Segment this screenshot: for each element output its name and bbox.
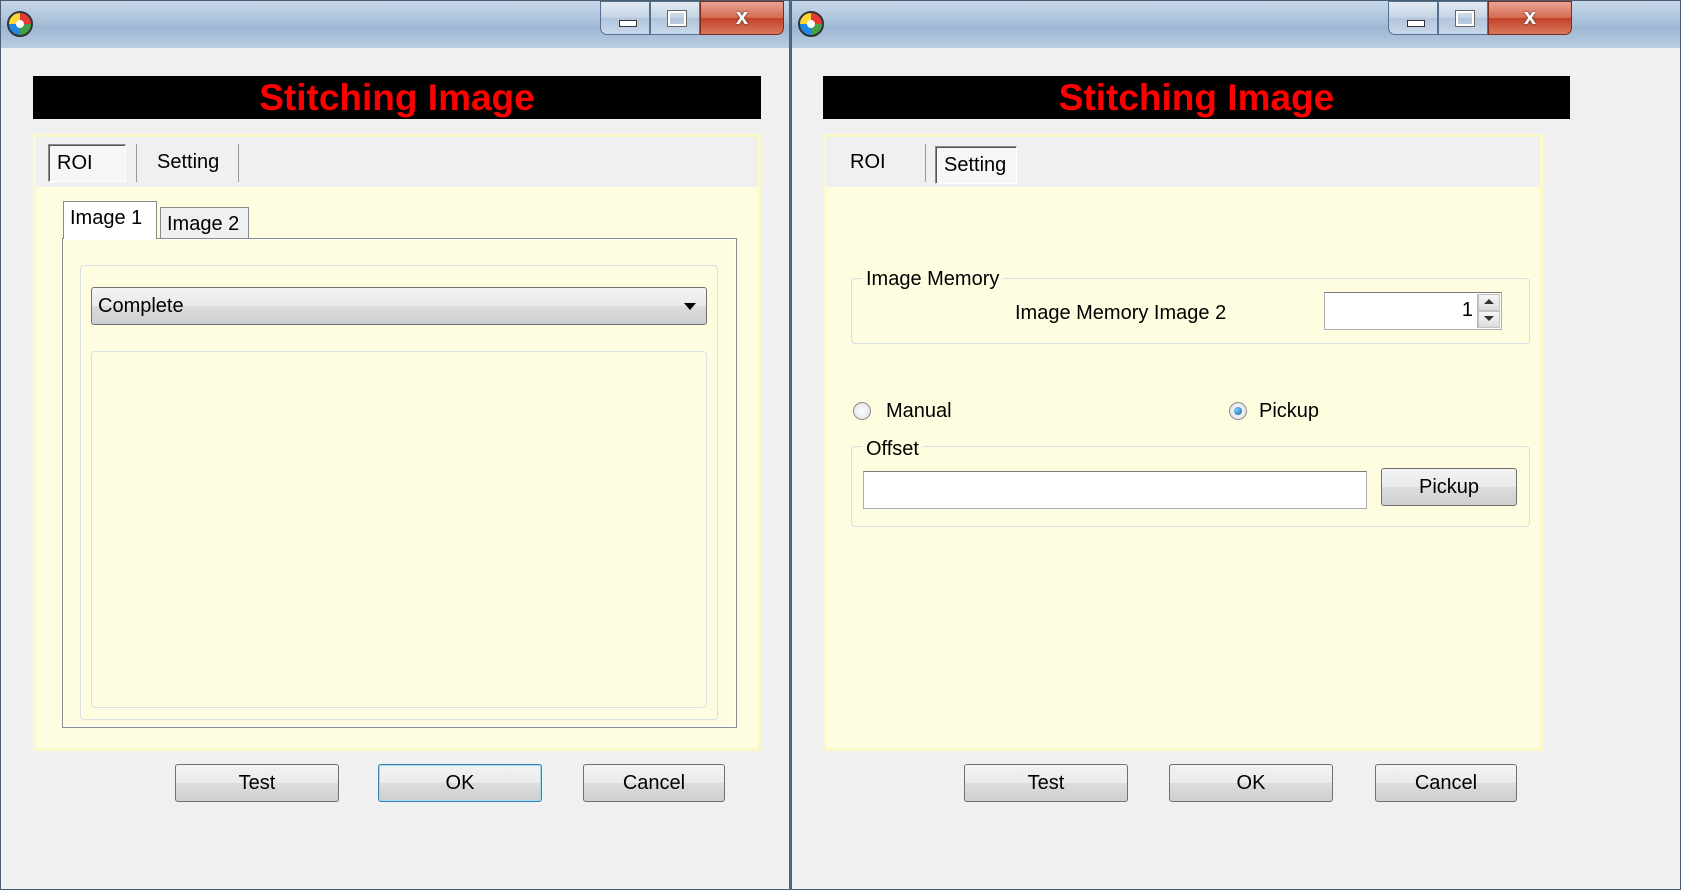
main-panel: ROI Setting Image Memory Image Memory Im… bbox=[823, 134, 1543, 751]
subtab-image-1[interactable]: Image 1 bbox=[63, 201, 157, 239]
ok-button[interactable]: OK bbox=[1169, 764, 1333, 802]
stitching-window-roi: x Stitching Image ROI Setting Image 1 Im… bbox=[0, 0, 790, 890]
tab-strip: ROI Setting bbox=[826, 137, 1540, 187]
stepper-up-icon[interactable] bbox=[1478, 294, 1500, 311]
roi-mode-value: Complete bbox=[98, 295, 184, 317]
maximize-button[interactable] bbox=[650, 1, 700, 35]
image-memory-stepper[interactable]: 1 bbox=[1324, 292, 1502, 330]
title-bar[interactable]: x bbox=[1, 1, 789, 48]
banner-title: Stitching Image bbox=[823, 76, 1570, 119]
minimize-button[interactable] bbox=[600, 1, 650, 35]
manual-label[interactable]: Manual bbox=[886, 399, 952, 423]
minimize-button[interactable] bbox=[1388, 1, 1438, 35]
tab-strip: ROI Setting bbox=[36, 137, 758, 187]
image-memory-label: Image Memory Image 2 bbox=[1015, 302, 1227, 324]
image-memory-value: 1 bbox=[1461, 299, 1473, 321]
cancel-button[interactable]: Cancel bbox=[583, 764, 725, 802]
close-button[interactable]: x bbox=[1488, 1, 1572, 35]
close-button[interactable]: x bbox=[700, 1, 784, 35]
pickup-radio-label[interactable]: Pickup bbox=[1259, 399, 1319, 423]
tab-setting[interactable]: Setting bbox=[136, 144, 239, 182]
test-button[interactable]: Test bbox=[175, 764, 339, 802]
stitching-window-setting: x Stitching Image ROI Setting Image Memo… bbox=[791, 0, 1681, 890]
image-memory-group: Image Memory Image Memory Image 2 1 bbox=[851, 267, 1530, 344]
offset-legend: Offset bbox=[862, 437, 923, 461]
title-bar[interactable]: x bbox=[792, 1, 1680, 48]
cancel-button[interactable]: Cancel bbox=[1375, 764, 1517, 802]
image-memory-legend: Image Memory bbox=[862, 267, 1004, 291]
main-panel: ROI Setting Image 1 Image 2 Complete bbox=[33, 134, 761, 751]
roi-mode-dropdown[interactable]: Complete bbox=[91, 287, 707, 325]
manual-radio[interactable] bbox=[853, 402, 871, 420]
app-icon[interactable] bbox=[798, 11, 824, 37]
tab-setting[interactable]: Setting bbox=[935, 146, 1017, 184]
roi-group: Complete bbox=[80, 265, 718, 720]
chevron-down-icon bbox=[684, 303, 696, 310]
tab-roi[interactable]: ROI bbox=[838, 144, 926, 182]
stepper-down-icon[interactable] bbox=[1478, 311, 1500, 328]
close-icon: x bbox=[735, 4, 749, 29]
pickup-radio[interactable] bbox=[1229, 402, 1247, 420]
roi-preview-area bbox=[91, 351, 707, 708]
offset-input[interactable] bbox=[863, 471, 1367, 509]
maximize-button[interactable] bbox=[1438, 1, 1488, 35]
ok-button[interactable]: OK bbox=[378, 764, 542, 802]
banner-title: Stitching Image bbox=[33, 76, 761, 119]
stepper-buttons bbox=[1477, 294, 1500, 328]
tab-page-image-1: Complete bbox=[62, 238, 737, 728]
tab-roi[interactable]: ROI bbox=[48, 144, 126, 182]
close-icon: x bbox=[1523, 4, 1537, 29]
offset-pickup-button[interactable]: Pickup bbox=[1381, 468, 1517, 506]
subtab-image-2[interactable]: Image 2 bbox=[160, 207, 249, 241]
test-button[interactable]: Test bbox=[964, 764, 1128, 802]
app-icon[interactable] bbox=[7, 11, 33, 37]
offset-group: Offset Pickup bbox=[851, 437, 1530, 527]
